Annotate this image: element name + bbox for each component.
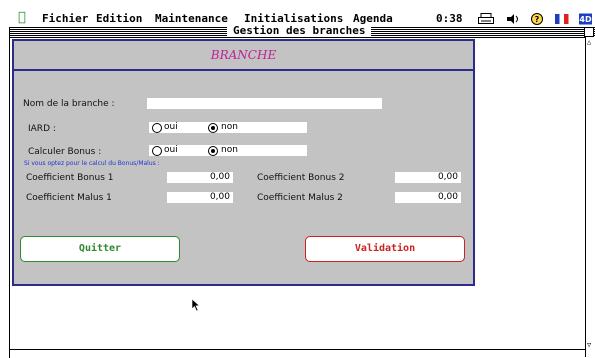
bonus-radio-group: oui non: [149, 145, 307, 156]
iard-radio-group: oui non: [149, 122, 307, 133]
coef-malus1-input[interactable]: 0,00: [167, 192, 233, 203]
zoom-box-icon[interactable]: [584, 27, 594, 37]
scroll-up-arrow-icon[interactable]: △: [587, 39, 591, 46]
flag-icon[interactable]: [554, 13, 570, 25]
menu-maintenance[interactable]: Maintenance: [155, 11, 228, 27]
main-window: Gestion des branches BRANCHE Nom de la b…: [9, 25, 595, 358]
iard-oui-radio[interactable]: [152, 123, 162, 133]
bonus-malus-note: Si vous optez pour le calcul du Bonus/Ma…: [24, 160, 160, 167]
help-icon[interactable]: ?: [529, 13, 545, 25]
coef-bonus2-input[interactable]: 0,00: [395, 172, 461, 183]
calculer-bonus-label: Calculer Bonus :: [28, 147, 102, 157]
iard-label: IARD :: [28, 124, 56, 134]
bonus-non-label: non: [221, 145, 238, 155]
vertical-scrollbar[interactable]: △ ▽: [585, 37, 595, 357]
window-title: Gestion des branches: [227, 25, 372, 37]
coef-bonus1-label: Coefficient Bonus 1: [26, 173, 114, 183]
window-titlebar[interactable]: Gestion des branches: [10, 25, 595, 38]
quitter-button[interactable]: Quitter: [20, 236, 180, 262]
bonus-oui-radio[interactable]: [152, 146, 162, 156]
iard-non-radio[interactable]: [208, 123, 218, 133]
nom-branche-input[interactable]: [147, 98, 382, 109]
scroll-down-arrow-icon[interactable]: ▽: [587, 342, 591, 349]
coef-malus1-label: Coefficient Malus 1: [26, 193, 112, 203]
menu-fichier[interactable]: Fichier: [42, 11, 88, 27]
branche-form: BRANCHE Nom de la branche : IARD : oui n…: [12, 39, 475, 286]
sound-icon[interactable]: [505, 13, 521, 25]
coef-bonus2-label: Coefficient Bonus 2: [257, 173, 345, 183]
apple-icon[interactable]: : [18, 10, 26, 26]
app-icon[interactable]: 4D: [578, 13, 594, 25]
iard-non-label: non: [221, 122, 238, 132]
svg-text:4D: 4D: [579, 15, 592, 24]
validation-button[interactable]: Validation: [305, 236, 465, 262]
printer-icon[interactable]: [478, 13, 494, 25]
mouse-pointer-icon: [191, 298, 201, 312]
coef-bonus1-input[interactable]: 0,00: [167, 172, 233, 183]
coef-malus2-label: Coefficient Malus 2: [257, 193, 343, 203]
svg-text:?: ?: [535, 15, 540, 24]
coef-malus2-input[interactable]: 0,00: [395, 192, 461, 203]
bonus-non-radio[interactable]: [208, 146, 218, 156]
menu-edition[interactable]: Edition: [96, 11, 142, 27]
menubar-clock[interactable]: 0:38: [436, 11, 463, 27]
nom-branche-label: Nom de la branche :: [23, 99, 115, 109]
iard-oui-label: oui: [164, 122, 178, 132]
form-header: BRANCHE: [14, 41, 473, 71]
bonus-oui-label: oui: [164, 145, 178, 155]
horizontal-scrollbar[interactable]: [10, 349, 585, 358]
